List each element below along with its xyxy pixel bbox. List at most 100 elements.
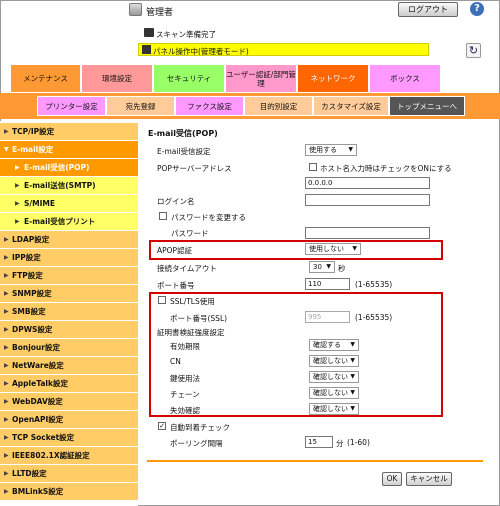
sidebar-label: E-mail設定 <box>12 145 54 154</box>
select-value: 確認しない <box>313 373 348 381</box>
sidebar-label: SMB設定 <box>12 307 46 316</box>
select-value: 使用しない <box>309 245 344 253</box>
subtab-customize[interactable]: カスタマイズ設定 <box>313 96 389 116</box>
poll-interval-input[interactable]: 15 <box>305 436 333 448</box>
password-change-checkbox[interactable] <box>159 212 167 220</box>
arrow-right-icon: ▶ <box>4 326 9 333</box>
sidebar-label: Bonjour設定 <box>12 343 60 352</box>
timeout-label: 接続タイムアウト <box>157 264 217 273</box>
subtab-purpose[interactable]: 目的別設定 <box>244 96 313 116</box>
validity-select[interactable]: 確認する ▼ <box>309 339 359 351</box>
sidebar-label: IEEE802.1X認証設定 <box>12 451 90 460</box>
sidebar-item-tcp-socket[interactable]: ▶ TCP Socket設定 <box>0 429 138 447</box>
tab-network[interactable]: ネットワーク <box>297 64 369 93</box>
arrow-right-icon: ▶ <box>15 164 20 171</box>
ok-button[interactable]: OK <box>382 472 402 486</box>
user-name: 管理者 <box>146 8 174 18</box>
sidebar-item-tcpip[interactable]: ▶ TCP/IP設定 <box>0 123 138 141</box>
login-name-input[interactable] <box>305 194 430 206</box>
ssl-checkbox[interactable] <box>158 296 166 304</box>
ssl-port-label: ポート番号(SSL) <box>170 314 228 323</box>
host-name-checkbox[interactable] <box>309 163 317 171</box>
subtab-printer[interactable]: プリンター設定 <box>37 96 106 116</box>
port-range: (1-65535) <box>355 280 393 289</box>
user-icon <box>129 3 142 16</box>
select-value: 30 <box>313 263 322 271</box>
pop-address-input[interactable]: 0.0.0.0 <box>305 177 430 189</box>
recv-setting-select[interactable]: 使用する ▼ <box>305 144 357 156</box>
sidebar-item-netware[interactable]: ▶ NetWare設定 <box>0 357 138 375</box>
port-input[interactable]: 110 <box>305 278 350 290</box>
select-value: 確認しない <box>313 357 348 365</box>
sidebar-item-email-print[interactable]: ▶ E-mail受信プリント <box>0 213 138 231</box>
sidebar-item-email[interactable]: ▼ E-mail設定 <box>0 141 138 159</box>
sidebar-item-lltd[interactable]: ▶ LLTD設定 <box>0 465 138 483</box>
sidebar-label: LLTD設定 <box>12 469 47 478</box>
arrow-right-icon: ▶ <box>4 398 9 405</box>
arrow-right-icon: ▶ <box>4 290 9 297</box>
sidebar-label: S/MIME <box>24 199 55 208</box>
tab-box[interactable]: ボックス <box>369 64 441 93</box>
sidebar-item-webdav[interactable]: ▶ WebDAV設定 <box>0 393 138 411</box>
poll-interval-range: (1-60) <box>347 438 370 447</box>
poll-interval-label: ポーリング間隔 <box>170 439 223 448</box>
sidebar-label: SNMP設定 <box>12 289 52 298</box>
arrow-right-icon: ▶ <box>4 308 9 315</box>
tab-security[interactable]: セキュリティ <box>153 64 225 93</box>
sidebar-label: AppleTalk設定 <box>12 379 68 388</box>
sidebar-item-openapi[interactable]: ▶ OpenAPI設定 <box>0 411 138 429</box>
sidebar-item-ftp[interactable]: ▶ FTP設定 <box>0 267 138 285</box>
auto-check-checkbox[interactable]: ✓ <box>158 422 166 430</box>
cn-label: CN <box>170 357 181 366</box>
subtab-destination[interactable]: 宛先登録 <box>106 96 175 116</box>
key-usage-select[interactable]: 確認しない ▼ <box>309 371 359 383</box>
sidebar-item-pop[interactable]: ▶ E-mail受信(POP) <box>0 159 138 177</box>
status-scan: スキャン準備完了 <box>156 30 216 39</box>
tab-maintenance[interactable]: メンテナンス <box>10 64 81 93</box>
help-icon[interactable]: ? <box>470 2 484 16</box>
refresh-icon[interactable]: ↻ <box>466 43 481 58</box>
arrow-right-icon: ▶ <box>15 200 20 207</box>
select-value: 使用する <box>309 146 337 154</box>
validity-label: 有効期限 <box>170 342 200 351</box>
sidebar-item-bmlinks[interactable]: ▶ BMLinkS設定 <box>0 483 138 501</box>
cn-select[interactable]: 確認しない ▼ <box>309 355 359 367</box>
revocation-select[interactable]: 確認しない ▼ <box>309 403 359 415</box>
sidebar-item-appletalk[interactable]: ▶ AppleTalk設定 <box>0 375 138 393</box>
chevron-down-icon: ▼ <box>350 357 355 364</box>
arrow-right-icon: ▶ <box>4 434 9 441</box>
apop-highlight-box <box>149 240 443 260</box>
password-input[interactable] <box>305 227 430 239</box>
sidebar-label: FTP設定 <box>12 271 43 280</box>
sidebar-item-dpws[interactable]: ▶ DPWS設定 <box>0 321 138 339</box>
chain-select[interactable]: 確認しない ▼ <box>309 387 359 399</box>
ssl-label: SSL/TLS使用 <box>170 297 215 306</box>
auto-check-label: 自動到着チェック <box>170 423 230 432</box>
arrow-right-icon: ▶ <box>4 380 9 387</box>
arrow-right-icon: ▶ <box>4 236 9 243</box>
cancel-button[interactable]: キャンセル <box>406 472 452 486</box>
scanner-icon <box>144 28 154 37</box>
apop-select[interactable]: 使用しない ▼ <box>305 243 361 255</box>
sidebar-item-smime[interactable]: ▶ S/MIME <box>0 195 138 213</box>
sidebar-label: E-mail受信プリント <box>24 217 96 226</box>
sidebar-item-snmp[interactable]: ▶ SNMP設定 <box>0 285 138 303</box>
sidebar-item-ieee8021x[interactable]: ▶ IEEE802.1X認証設定 <box>0 447 138 465</box>
sidebar-item-smb[interactable]: ▶ SMB設定 <box>0 303 138 321</box>
timeout-select[interactable]: 30 ▼ <box>309 261 335 273</box>
sidebar-item-bonjour[interactable]: ▶ Bonjour設定 <box>0 339 138 357</box>
chevron-down-icon: ▼ <box>350 389 355 396</box>
ssl-port-input[interactable]: 995 <box>305 311 350 323</box>
subtab-top-menu[interactable]: トップメニューへ <box>389 96 465 116</box>
sidebar-item-smtp[interactable]: ▶ E-mail送信(SMTP) <box>0 177 138 195</box>
password-change-label: パスワードを変更する <box>171 213 246 222</box>
sidebar-item-ipp[interactable]: ▶ IPP設定 <box>0 249 138 267</box>
chevron-down-icon: ▼ <box>350 405 355 412</box>
tab-user-auth[interactable]: ユーザー認証/部門管理 <box>225 64 297 93</box>
sidebar-label: IPP設定 <box>12 253 41 262</box>
arrow-right-icon: ▶ <box>4 362 9 369</box>
logout-button[interactable]: ログアウト <box>398 2 458 17</box>
tab-environment[interactable]: 環境設定 <box>81 64 153 93</box>
sidebar-item-ldap[interactable]: ▶ LDAP設定 <box>0 231 138 249</box>
subtab-fax[interactable]: ファクス設定 <box>175 96 244 116</box>
